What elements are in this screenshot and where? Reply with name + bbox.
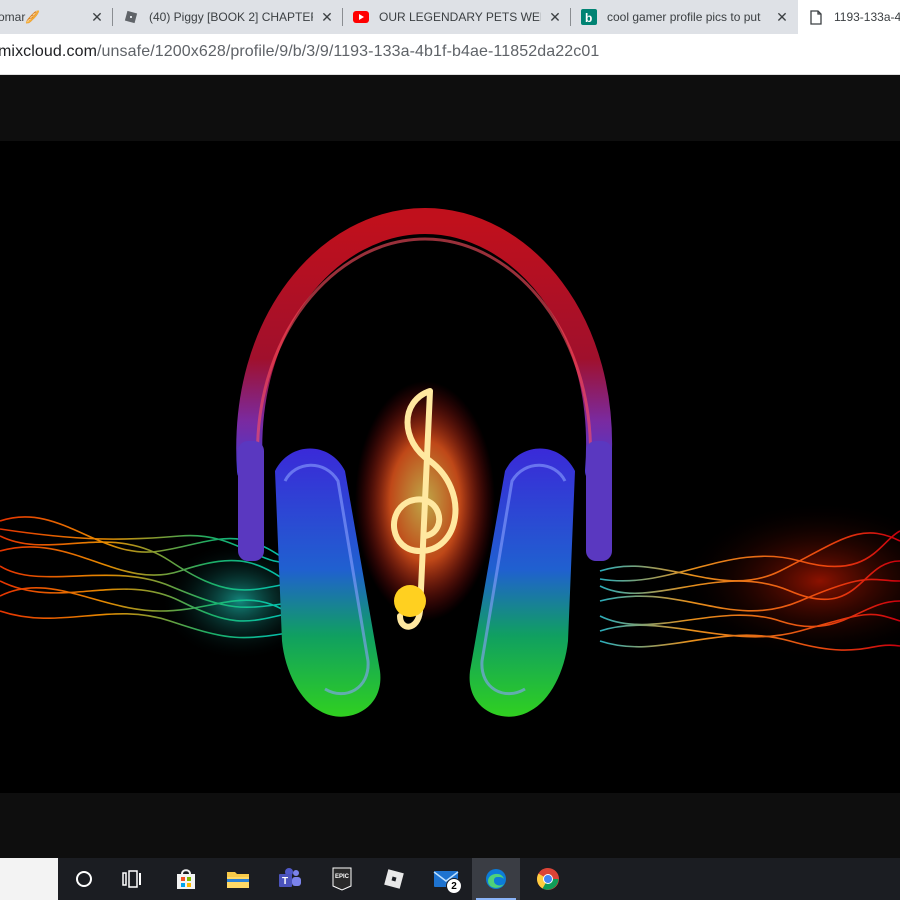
svg-text:EPIC: EPIC [335,874,350,880]
tab-profile[interactable]: omar🥖 ✕ [0,0,113,34]
tab-piggy[interactable]: (40) Piggy [BOOK 2] CHAPTER ✕ [113,0,343,34]
url-host: mixcloud.com [0,43,98,60]
roblox-icon[interactable] [370,858,418,900]
url-text[interactable]: mixcloud.com/unsafe/1200x628/profile/9/b… [0,43,599,61]
file-explorer-icon[interactable] [214,858,262,900]
cortana-icon[interactable] [60,858,108,900]
tab-title: OUR LEGENDARY PETS WENT [379,10,541,24]
tab-title: omar🥖 [0,10,41,24]
taskbar-search-box[interactable] [0,858,58,900]
close-icon[interactable]: ✕ [319,9,335,25]
address-bar[interactable]: mixcloud.com/unsafe/1200x628/profile/9/b… [0,34,900,75]
epic-games-icon[interactable]: EPIC [318,858,366,900]
mail-badge: 2 [446,878,462,894]
image-viewer [0,75,900,858]
tab-title: 1193-133a-4 [834,10,900,24]
svg-text:T: T [282,876,288,887]
tab-youtube[interactable]: OUR LEGENDARY PETS WENT ✕ [343,0,571,34]
chrome-icon[interactable] [524,858,572,900]
task-view-icon[interactable] [108,858,156,900]
tab-title: cool gamer profile pics to put [607,10,761,24]
headphones-image[interactable] [0,141,900,793]
close-icon[interactable]: ✕ [89,9,105,25]
microsoft-store-icon[interactable] [162,858,210,900]
taskbar: T EPIC 2 [0,858,900,900]
tab-bing[interactable]: b cool gamer profile pics to put ✕ [571,0,798,34]
edge-icon[interactable] [472,858,520,900]
tab-current[interactable]: 1193-133a-4 [798,0,900,34]
document-icon [808,9,824,25]
bing-icon: b [581,9,597,25]
tab-strip: omar🥖 ✕ (40) Piggy [BOOK 2] CHAPTER ✕ OU… [0,0,900,34]
headphones-artwork [0,207,900,717]
close-icon[interactable]: ✕ [774,9,790,25]
mail-icon[interactable]: 2 [422,858,470,900]
roblox-icon [123,9,139,25]
svg-text:b: b [585,11,592,25]
close-icon[interactable]: ✕ [547,9,563,25]
teams-icon[interactable]: T [266,858,314,900]
youtube-icon [353,9,369,25]
url-path: /unsafe/1200x628/profile/9/b/3/9/1193-13… [97,43,600,60]
tab-title: (40) Piggy [BOOK 2] CHAPTER [149,10,313,24]
